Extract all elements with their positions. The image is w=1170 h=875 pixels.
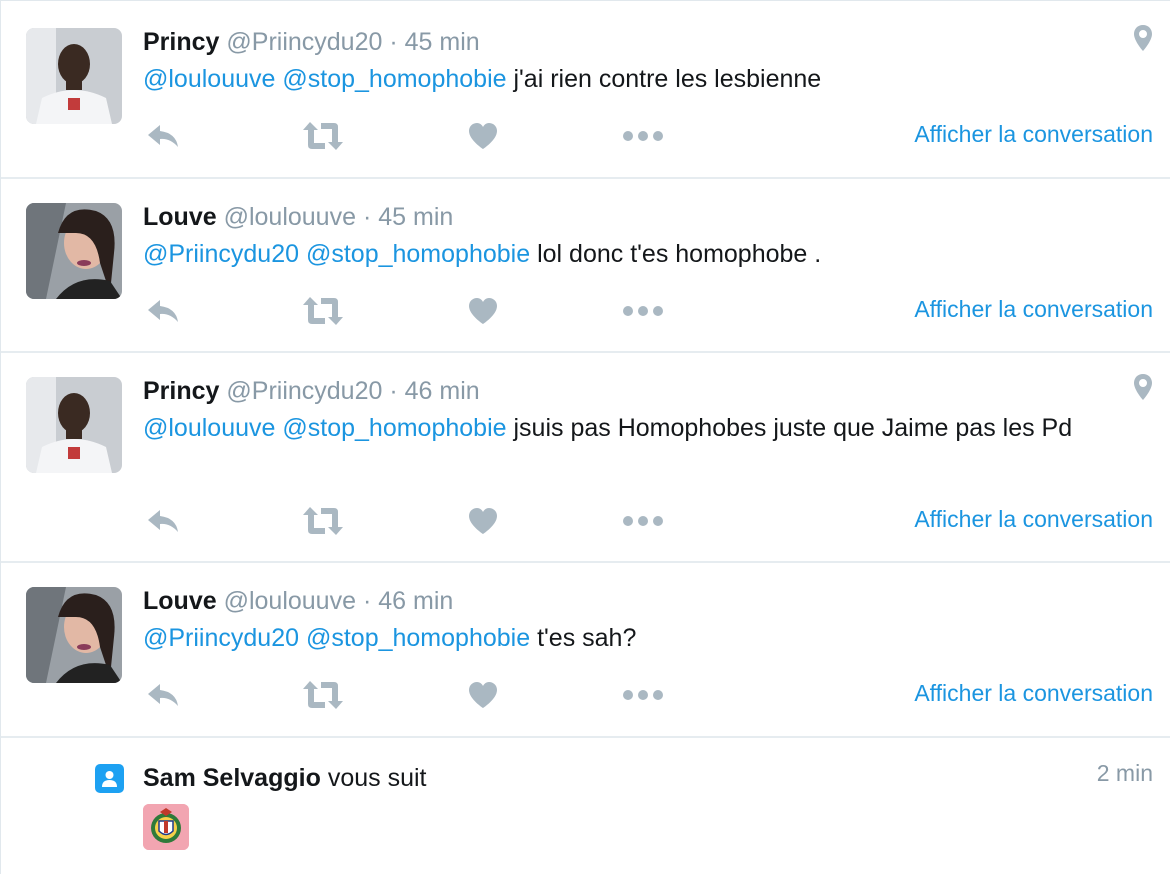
tweet-header: Louve @loulouuve · 46 min [143, 585, 453, 617]
username[interactable]: @loulouuve [224, 587, 356, 615]
retweet-icon[interactable] [303, 677, 343, 713]
location-pin-icon[interactable] [1133, 373, 1153, 401]
timestamp[interactable]: 46 min [405, 377, 480, 405]
tweet-actions: Afficher la conversation [143, 293, 1153, 329]
timestamp[interactable]: 2 min [1097, 760, 1153, 787]
mention-link[interactable]: @stop_homophobie [282, 414, 506, 442]
username[interactable]: @loulouuve [224, 203, 356, 231]
fullname[interactable]: Princy [143, 28, 219, 56]
mention-link[interactable]: @Priincydu20 [143, 624, 299, 652]
timestamp[interactable]: 45 min [378, 203, 453, 231]
person-badge-icon [95, 764, 124, 793]
location-pin-icon[interactable] [1133, 24, 1153, 52]
tweet-actions: Afficher la conversation [143, 503, 1153, 539]
timestamp[interactable]: 45 min [405, 28, 480, 56]
tweet-header: Princy @Priincydu20 · 45 min [143, 26, 480, 58]
tweet-text: @Priincydu20 @stop_homophobie t'es sah? [143, 621, 1153, 655]
reply-icon[interactable] [143, 118, 183, 154]
tweet[interactable]: Princy @Priincydu20 · 45 min @loulouuve … [1, 4, 1170, 179]
tweet-header: Princy @Priincydu20 · 46 min [143, 375, 480, 407]
tweet-text: @loulouuve @stop_homophobie j'ai rien co… [143, 62, 1153, 96]
separator-dot: · [362, 587, 372, 615]
notifications-timeline: Princy @Priincydu20 · 45 min @loulouuve … [0, 0, 1170, 874]
show-conversation-link[interactable]: Afficher la conversation [914, 677, 1153, 709]
heart-icon[interactable] [463, 677, 503, 713]
fullname[interactable]: Louve [143, 587, 217, 615]
fullname[interactable]: Princy [143, 377, 219, 405]
tweet-header: Louve @loulouuve · 45 min [143, 201, 453, 233]
mention-link[interactable]: @stop_homophobie [306, 624, 530, 652]
show-conversation-link[interactable]: Afficher la conversation [914, 293, 1153, 325]
tweet-body: t'es sah? [537, 624, 637, 652]
tweet-body: lol donc t'es homophobe . [537, 240, 822, 268]
tweet[interactable]: Princy @Priincydu20 · 46 min @loulouuve … [1, 353, 1170, 563]
follow-message: Sam Selvaggio vous suit [143, 762, 426, 794]
separator-dot: · [389, 28, 398, 56]
tweet-body: j'ai rien contre les lesbienne [513, 65, 822, 93]
more-dots-icon[interactable] [623, 118, 663, 154]
retweet-icon[interactable] [303, 293, 343, 329]
tweet[interactable]: Louve @loulouuve · 46 min @Priincydu20 @… [1, 563, 1170, 738]
more-dots-icon[interactable] [623, 293, 663, 329]
follow-notification[interactable]: Sam Selvaggio vous suit 2 min [1, 738, 1170, 875]
mention-link[interactable]: @stop_homophobie [306, 240, 530, 268]
heart-icon[interactable] [463, 118, 503, 154]
reply-icon[interactable] [143, 503, 183, 539]
reply-icon[interactable] [143, 677, 183, 713]
follow-action-text: vous suit [327, 764, 427, 792]
reply-icon[interactable] [143, 293, 183, 329]
fullname[interactable]: Louve [143, 203, 217, 231]
tweet[interactable]: Louve @loulouuve · 45 min @Priincydu20 @… [1, 179, 1170, 353]
username[interactable]: @Priincydu20 [226, 377, 382, 405]
show-conversation-link[interactable]: Afficher la conversation [914, 118, 1153, 150]
mention-link[interactable]: @Priincydu20 [143, 240, 299, 268]
timestamp[interactable]: 46 min [378, 587, 453, 615]
avatar[interactable] [143, 804, 189, 850]
avatar[interactable] [26, 377, 122, 473]
more-dots-icon[interactable] [623, 677, 663, 713]
avatar[interactable] [26, 203, 122, 299]
mention-link[interactable]: @stop_homophobie [282, 65, 506, 93]
separator-dot: · [389, 377, 398, 405]
tweet-text: @loulouuve @stop_homophobie jsuis pas Ho… [143, 411, 1153, 445]
avatar[interactable] [26, 28, 122, 124]
tweet-body: jsuis pas Homophobes juste que Jaime pas… [513, 414, 1073, 442]
username[interactable]: @Priincydu20 [226, 28, 382, 56]
show-conversation-link[interactable]: Afficher la conversation [914, 503, 1153, 535]
avatar[interactable] [26, 587, 122, 683]
tweet-text: @Priincydu20 @stop_homophobie lol donc t… [143, 237, 1153, 271]
retweet-icon[interactable] [303, 118, 343, 154]
more-dots-icon[interactable] [623, 503, 663, 539]
follower-name[interactable]: Sam Selvaggio [143, 764, 321, 792]
heart-icon[interactable] [463, 503, 503, 539]
separator-dot: · [362, 203, 372, 231]
heart-icon[interactable] [463, 293, 503, 329]
tweet-actions: Afficher la conversation [143, 677, 1153, 713]
mention-link[interactable]: @loulouuve [143, 65, 275, 93]
retweet-icon[interactable] [303, 503, 343, 539]
tweet-actions: Afficher la conversation [143, 118, 1153, 154]
mention-link[interactable]: @loulouuve [143, 414, 275, 442]
